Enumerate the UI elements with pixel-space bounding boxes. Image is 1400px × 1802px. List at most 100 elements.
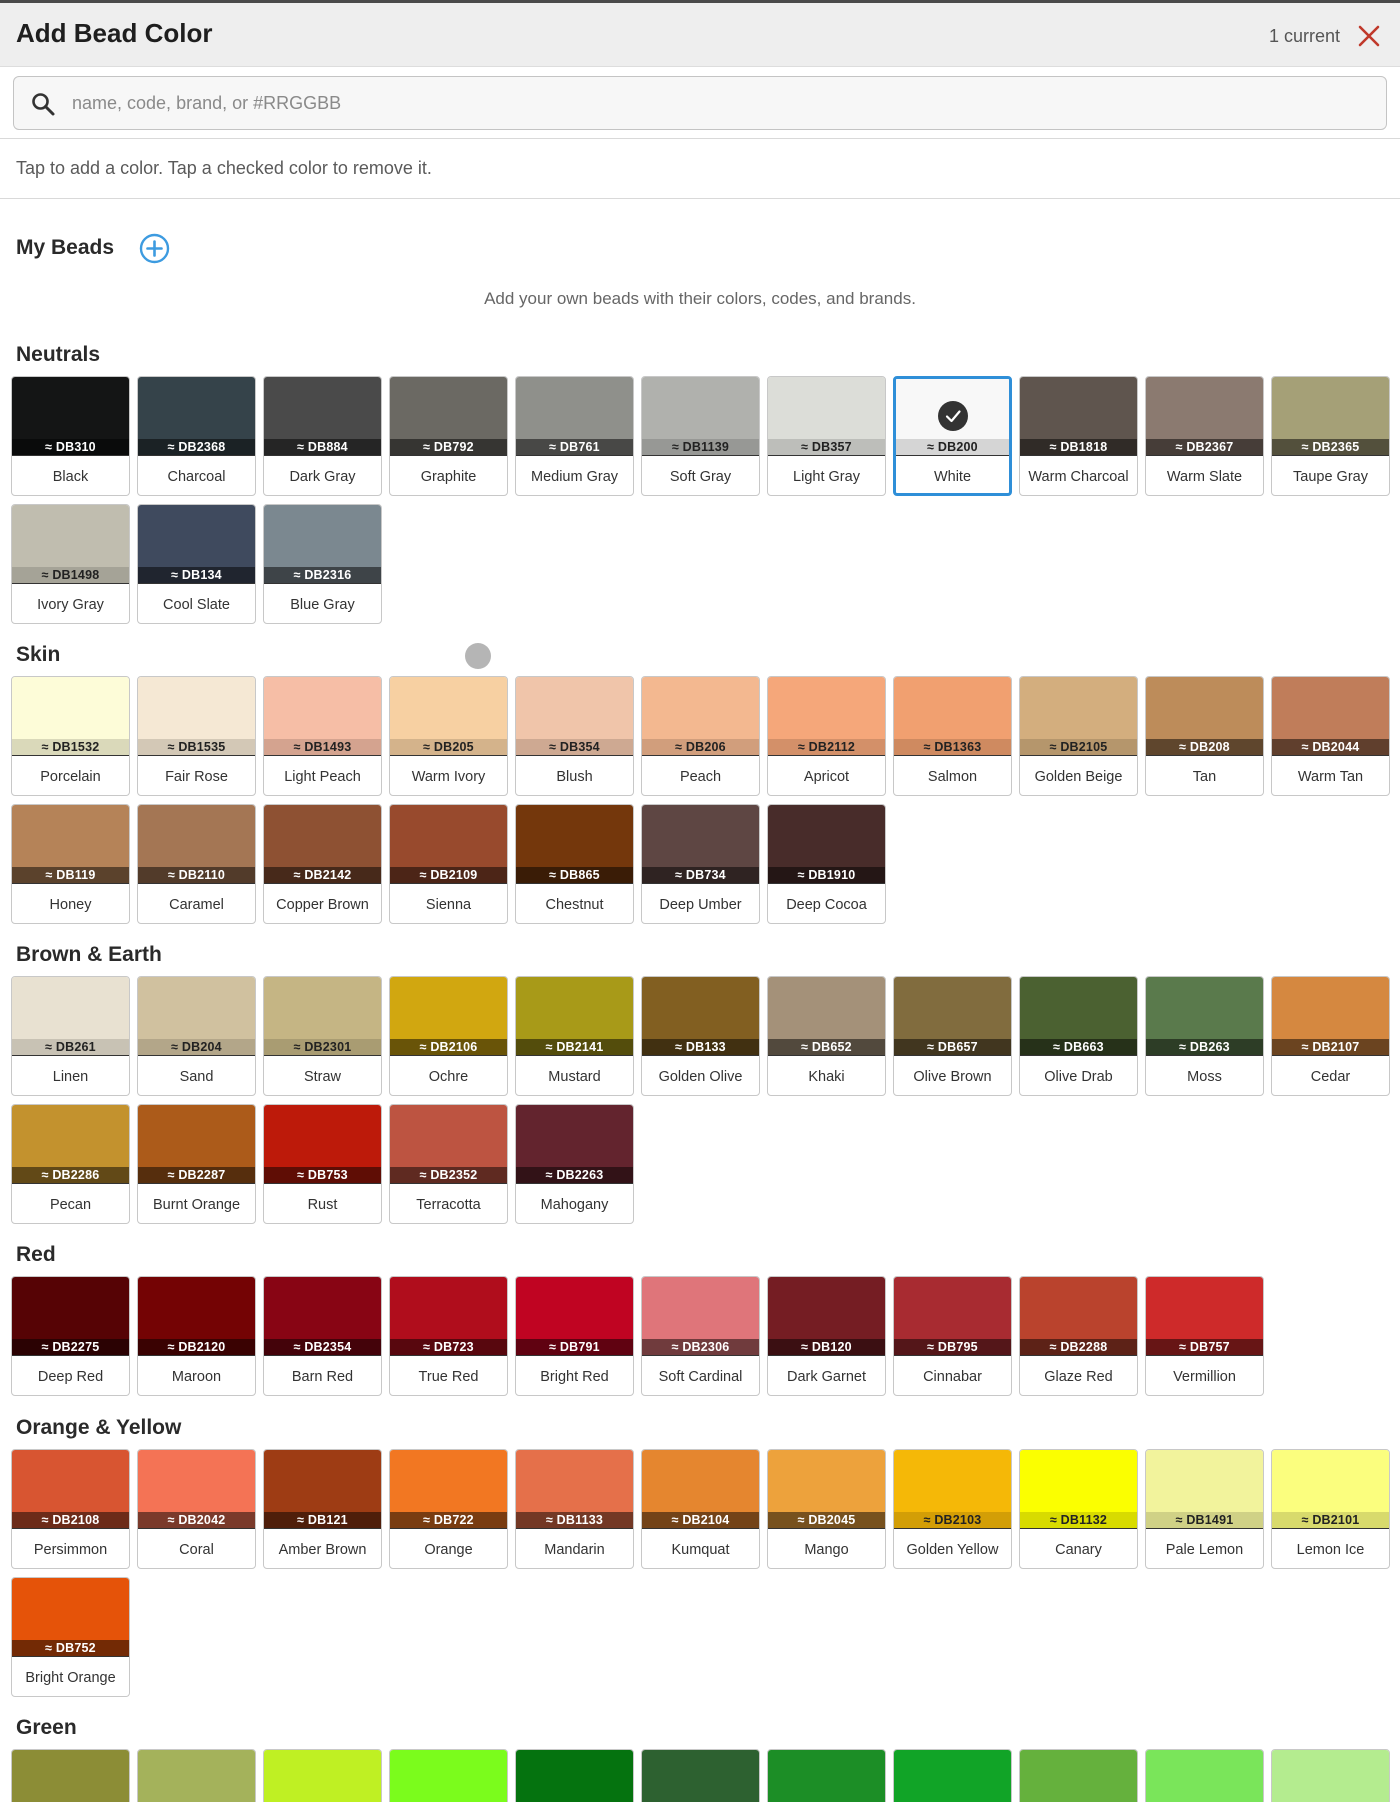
- color-swatch[interactable]: ≈ DB2104 Kumquat: [641, 1449, 760, 1569]
- color-swatch[interactable]: [1145, 1749, 1264, 1802]
- color-code: ≈ DB2103: [894, 1512, 1011, 1528]
- color-swatch[interactable]: ≈ DB119 Honey: [11, 804, 130, 924]
- color-swatch[interactable]: ≈ DB2120 Maroon: [137, 1276, 256, 1396]
- color-name: Taupe Gray: [1293, 469, 1368, 485]
- color-swatch[interactable]: ≈ DB261 Linen: [11, 976, 130, 1096]
- color-swatch[interactable]: ≈ DB2263 Mahogany: [515, 1104, 634, 1224]
- color-code: ≈ DB206: [642, 739, 759, 755]
- color-swatch[interactable]: ≈ DB2275 Deep Red: [11, 1276, 130, 1396]
- color-swatch[interactable]: ≈ DB2109 Sienna: [389, 804, 508, 924]
- color-chip: [516, 1750, 633, 1802]
- color-swatch[interactable]: ≈ DB734 Deep Umber: [641, 804, 760, 924]
- color-swatch[interactable]: ≈ DB2044 Warm Tan: [1271, 676, 1390, 796]
- color-swatch[interactable]: ≈ DB2352 Terracotta: [389, 1104, 508, 1224]
- color-name: Mango: [804, 1542, 849, 1558]
- color-swatch[interactable]: ≈ DB2141 Mustard: [515, 976, 634, 1096]
- color-swatch[interactable]: [389, 1749, 508, 1802]
- color-swatch[interactable]: ≈ DB208 Tan: [1145, 676, 1264, 796]
- color-swatch[interactable]: ≈ DB2107 Cedar: [1271, 976, 1390, 1096]
- color-swatch[interactable]: [767, 1749, 886, 1802]
- color-swatch[interactable]: ≈ DB1491 Pale Lemon: [1145, 1449, 1264, 1569]
- color-name: Lemon Ice: [1296, 1542, 1365, 1558]
- color-swatch[interactable]: [1271, 1749, 1390, 1802]
- color-swatch[interactable]: ≈ DB884 Dark Gray: [263, 376, 382, 496]
- color-swatch[interactable]: ≈ DB1133 Mandarin: [515, 1449, 634, 1569]
- color-swatch[interactable]: ≈ DB652 Khaki: [767, 976, 886, 1096]
- color-name: Peach: [679, 769, 722, 785]
- add-circle-icon[interactable]: [139, 233, 170, 264]
- color-swatch[interactable]: ≈ DB133 Golden Olive: [641, 976, 760, 1096]
- color-swatch[interactable]: ≈ DB792 Graphite: [389, 376, 508, 496]
- search-input[interactable]: [72, 85, 1362, 121]
- color-swatch[interactable]: ≈ DB2354 Barn Red: [263, 1276, 382, 1396]
- color-swatch[interactable]: ≈ DB663 Olive Drab: [1019, 976, 1138, 1096]
- color-swatch[interactable]: ≈ DB2106 Ochre: [389, 976, 508, 1096]
- color-swatch[interactable]: ≈ DB1493 Light Peach: [263, 676, 382, 796]
- color-swatch[interactable]: ≈ DB1532 Porcelain: [11, 676, 130, 796]
- color-swatch[interactable]: ≈ DB2287 Burnt Orange: [137, 1104, 256, 1224]
- color-chip: ≈ DB121: [264, 1450, 381, 1529]
- color-swatch[interactable]: ≈ DB2288 Glaze Red: [1019, 1276, 1138, 1396]
- color-swatch[interactable]: ≈ DB1139 Soft Gray: [641, 376, 760, 496]
- color-swatch[interactable]: ≈ DB1910 Deep Cocoa: [767, 804, 886, 924]
- color-swatch[interactable]: ≈ DB120 Dark Garnet: [767, 1276, 886, 1396]
- color-code: ≈ DB200: [896, 439, 1009, 455]
- color-swatch[interactable]: ≈ DB2105 Golden Beige: [1019, 676, 1138, 796]
- color-swatch[interactable]: ≈ DB357 Light Gray: [767, 376, 886, 496]
- color-swatch[interactable]: ≈ DB2306 Soft Cardinal: [641, 1276, 760, 1396]
- color-swatch[interactable]: ≈ DB200 White: [893, 376, 1012, 496]
- color-name: Tan: [1192, 769, 1217, 785]
- color-swatch[interactable]: [641, 1749, 760, 1802]
- color-name: Black: [52, 469, 89, 485]
- color-swatch[interactable]: ≈ DB795 Cinnabar: [893, 1276, 1012, 1396]
- color-swatch[interactable]: ≈ DB722 Orange: [389, 1449, 508, 1569]
- color-swatch[interactable]: ≈ DB2108 Persimmon: [11, 1449, 130, 1569]
- color-name: Golden Olive: [658, 1069, 743, 1085]
- color-swatch[interactable]: ≈ DB2365 Taupe Gray: [1271, 376, 1390, 496]
- color-swatch[interactable]: ≈ DB205 Warm Ivory: [389, 676, 508, 796]
- color-swatch[interactable]: ≈ DB723 True Red: [389, 1276, 508, 1396]
- color-swatch[interactable]: ≈ DB865 Chestnut: [515, 804, 634, 924]
- color-swatch[interactable]: ≈ DB1818 Warm Charcoal: [1019, 376, 1138, 496]
- color-swatch[interactable]: ≈ DB1132 Canary: [1019, 1449, 1138, 1569]
- color-swatch[interactable]: ≈ DB2045 Mango: [767, 1449, 886, 1569]
- color-swatch[interactable]: ≈ DB2042 Coral: [137, 1449, 256, 1569]
- color-swatch[interactable]: ≈ DB2368 Charcoal: [137, 376, 256, 496]
- color-swatch[interactable]: [263, 1749, 382, 1802]
- color-swatch[interactable]: ≈ DB2367 Warm Slate: [1145, 376, 1264, 496]
- color-swatch[interactable]: [515, 1749, 634, 1802]
- color-swatch[interactable]: ≈ DB121 Amber Brown: [263, 1449, 382, 1569]
- close-icon[interactable]: [1356, 23, 1382, 49]
- color-name: Sienna: [425, 897, 472, 913]
- color-swatch[interactable]: [1019, 1749, 1138, 1802]
- color-swatch[interactable]: [137, 1749, 256, 1802]
- color-swatch[interactable]: ≈ DB752 Bright Orange: [11, 1577, 130, 1697]
- color-swatch[interactable]: ≈ DB206 Peach: [641, 676, 760, 796]
- color-swatch[interactable]: ≈ DB2112 Apricot: [767, 676, 886, 796]
- color-swatch[interactable]: ≈ DB757 Vermillion: [1145, 1276, 1264, 1396]
- color-swatch[interactable]: ≈ DB263 Moss: [1145, 976, 1264, 1096]
- color-swatch[interactable]: ≈ DB761 Medium Gray: [515, 376, 634, 496]
- color-swatch[interactable]: ≈ DB204 Sand: [137, 976, 256, 1096]
- color-swatch[interactable]: ≈ DB1363 Salmon: [893, 676, 1012, 796]
- color-swatch[interactable]: ≈ DB2286 Pecan: [11, 1104, 130, 1224]
- color-code: ≈ DB2316: [264, 567, 381, 583]
- color-swatch[interactable]: ≈ DB753 Rust: [263, 1104, 382, 1224]
- color-swatch[interactable]: ≈ DB2142 Copper Brown: [263, 804, 382, 924]
- color-swatch[interactable]: ≈ DB791 Bright Red: [515, 1276, 634, 1396]
- color-swatch[interactable]: ≈ DB2301 Straw: [263, 976, 382, 1096]
- color-swatch[interactable]: [11, 1749, 130, 1802]
- color-swatch[interactable]: ≈ DB2101 Lemon Ice: [1271, 1449, 1390, 1569]
- color-swatch[interactable]: ≈ DB2316 Blue Gray: [263, 504, 382, 624]
- color-code: ≈ DB884: [264, 439, 381, 455]
- color-swatch[interactable]: ≈ DB1498 Ivory Gray: [11, 504, 130, 624]
- color-swatch[interactable]: ≈ DB2103 Golden Yellow: [893, 1449, 1012, 1569]
- color-swatch[interactable]: ≈ DB657 Olive Brown: [893, 976, 1012, 1096]
- color-code: ≈ DB1910: [768, 867, 885, 883]
- color-swatch[interactable]: ≈ DB354 Blush: [515, 676, 634, 796]
- color-swatch[interactable]: ≈ DB1535 Fair Rose: [137, 676, 256, 796]
- color-swatch[interactable]: ≈ DB2110 Caramel: [137, 804, 256, 924]
- color-swatch[interactable]: ≈ DB310 Black: [11, 376, 130, 496]
- color-swatch[interactable]: [893, 1749, 1012, 1802]
- color-swatch[interactable]: ≈ DB134 Cool Slate: [137, 504, 256, 624]
